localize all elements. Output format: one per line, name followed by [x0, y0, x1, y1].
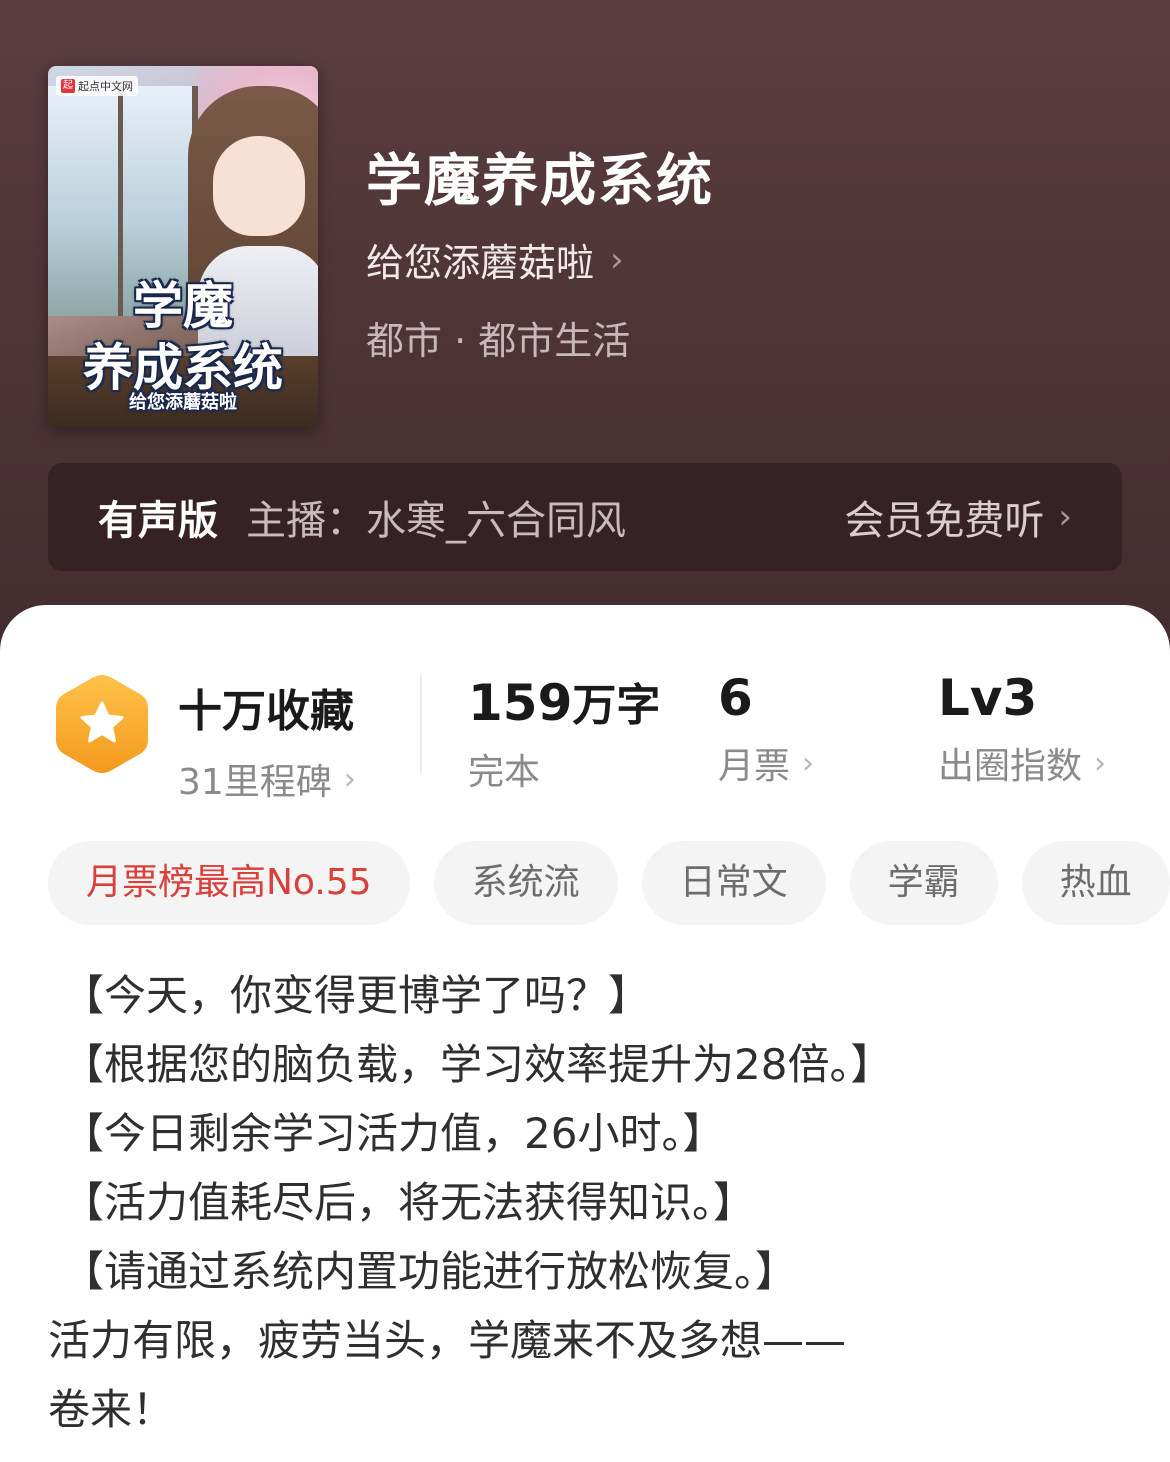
author-link[interactable]: 给您添蘑菇啦 › [366, 232, 624, 287]
synopsis-line: 【请通过系统内置功能进行放松恢复。】 [62, 1247, 798, 1296]
audio-label: 有声版 [98, 498, 218, 544]
monthly-votes-count: 6 [718, 669, 753, 727]
cover-publisher-badge: 起 起点中文网 [56, 76, 138, 96]
audio-host: 主播：水寒_六合同风 [246, 498, 626, 544]
milestone-link[interactable]: 31里程碑 › [178, 753, 356, 805]
word-count: 159万字 [468, 669, 660, 733]
tag-rank[interactable]: 月票榜最高No.55 [48, 841, 410, 925]
author-name: 给您添蘑菇啦 [366, 241, 595, 285]
cover-character-face [213, 136, 305, 236]
word-count-number: 159 [468, 674, 573, 732]
completion-status: 完本 [468, 752, 541, 793]
synopsis-line: 【今日剩余学习活力值，26小时。】 [62, 1109, 725, 1158]
synopsis-line: 【今天，你变得更博学了吗？】 [62, 971, 651, 1020]
synopsis-line: 卷来！ [48, 1385, 175, 1434]
chevron-right-icon: › [802, 745, 815, 781]
star-hexagon-icon [56, 675, 148, 773]
words-stat: 159万字 完本 [468, 669, 660, 795]
tag-system[interactable]: 系统流 [433, 841, 618, 925]
synopsis-line: 【活力值耗尽后，将无法获得知识。】 [62, 1178, 756, 1227]
collect-stat[interactable]: 十万收藏 31里程碑 › [178, 675, 356, 805]
monthly-votes-stat[interactable]: 6 月票 › [718, 669, 814, 789]
milestone-label: 31里程碑 [178, 762, 332, 803]
synopsis-line: 活力有限，疲劳当头，学魔来不及多想—— [48, 1316, 847, 1365]
chevron-right-icon: › [610, 239, 624, 280]
vip-listen-label: 会员免费听 [844, 498, 1045, 544]
book-title: 学魔养成系统 [366, 149, 714, 214]
tag-scholar[interactable]: 学霸 [849, 841, 998, 925]
book-category[interactable]: 都市 · 都市生活 [366, 310, 630, 365]
audio-version-bar[interactable]: 有声版 主播：水寒_六合同风 会员免费听 › [48, 463, 1122, 571]
influence-level: Lv3 [938, 669, 1038, 727]
tag-passion[interactable]: 热血 [1021, 841, 1170, 925]
synopsis-line: 【根据您的脑负载，学习效率提升为28倍。】 [62, 1040, 893, 1089]
publisher-name: 起点中文网 [78, 80, 133, 93]
book-detail-sheet: 十万收藏 31里程碑 › 159万字 完本 6 月票 › Lv3 出圈指数 › … [0, 605, 1170, 1462]
book-synopsis[interactable]: 【今天，你变得更博学了吗？】 【根据您的脑负载，学习效率提升为28倍。】 【今日… [48, 961, 1128, 1444]
stats-divider [420, 673, 422, 775]
tag-list: 月票榜最高No.55 系统流 日常文 学霸 热血 [48, 841, 1170, 925]
influence-label: 出圈指数 [938, 746, 1083, 787]
book-cover[interactable]: 起 起点中文网 学魔 养成系统 给您添蘑菇啦 [48, 66, 318, 428]
influence-link[interactable]: 出圈指数 › [938, 737, 1106, 789]
word-count-unit: 万字 [572, 680, 661, 731]
chevron-right-icon: › [1094, 745, 1107, 781]
monthly-votes-label: 月票 [718, 746, 791, 787]
monthly-votes-link[interactable]: 月票 › [718, 737, 814, 789]
chevron-right-icon: › [1058, 497, 1072, 537]
chevron-right-icon: › [343, 761, 356, 797]
collect-count: 十万收藏 [178, 686, 354, 737]
influence-stat[interactable]: Lv3 出圈指数 › [938, 669, 1106, 789]
vip-listen-link[interactable]: 会员免费听 › [844, 488, 1072, 546]
stats-row: 十万收藏 31里程碑 › 159万字 完本 6 月票 › Lv3 出圈指数 › [0, 663, 1170, 803]
tag-daily[interactable]: 日常文 [641, 841, 826, 925]
publisher-logo-icon: 起 [61, 79, 75, 93]
cover-author: 给您添蘑菇啦 [129, 392, 237, 413]
